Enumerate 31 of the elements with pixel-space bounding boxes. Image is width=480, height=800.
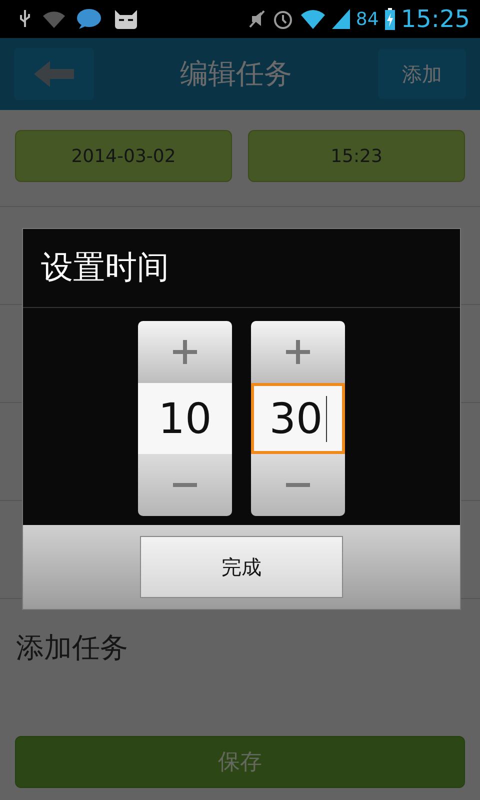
battery-level: 84	[356, 8, 379, 30]
minus-icon	[285, 482, 311, 488]
screen-title: 编辑任务	[180, 56, 292, 92]
arrow-left-icon	[34, 61, 74, 87]
wifi-icon	[42, 10, 66, 28]
date-time-button[interactable]: 15:23	[248, 130, 465, 182]
number-field[interactable]: 30	[251, 383, 345, 454]
cat-face-icon	[112, 8, 140, 30]
number-field[interactable]: 10	[138, 383, 232, 454]
row-label: 添加任务	[16, 630, 128, 666]
usb-icon	[18, 9, 32, 29]
signal-icon	[332, 9, 350, 29]
decrement-button[interactable]	[138, 454, 232, 516]
decrement-button[interactable]	[251, 454, 345, 516]
wifi-icon	[300, 9, 326, 29]
back-button[interactable]	[14, 48, 94, 100]
plus-icon	[172, 339, 198, 365]
add-button[interactable]: 添加	[378, 49, 466, 99]
save-button[interactable]: 保存	[15, 736, 465, 788]
date-time-button[interactable]: 2014-03-02	[15, 130, 232, 182]
increment-button[interactable]	[138, 321, 232, 383]
plus-icon	[285, 339, 311, 365]
dialog-title: 设置时间	[23, 229, 460, 308]
battery-charging-icon	[384, 8, 395, 30]
minus-icon	[172, 482, 198, 488]
increment-button[interactable]	[251, 321, 345, 383]
alarm-clock-icon	[272, 8, 294, 30]
mute-icon	[248, 9, 266, 29]
chat-bubble-icon	[76, 8, 102, 30]
done-button[interactable]: 完成	[140, 536, 343, 598]
status-time: 15:25	[400, 5, 470, 33]
